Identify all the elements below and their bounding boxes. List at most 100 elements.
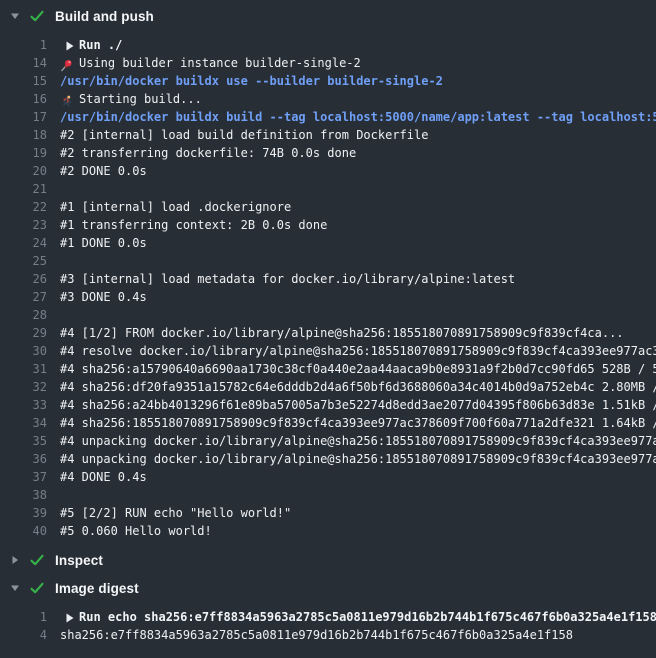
log-text: sha256:e7ff8834a5963a2785c5a0811e979d16b… [60, 628, 573, 642]
log-line: Run echo sha256:e7ff8834a5963a2785c5a081… [60, 608, 656, 626]
line-number-link[interactable]: 27 [0, 288, 60, 306]
section-log-lines: 1 Run echo sha256:e7ff8834a5963a2785c5a08… [0, 602, 656, 650]
line-number-link[interactable]: 20 [0, 162, 60, 180]
line-number-link[interactable]: 21 [0, 180, 60, 198]
chevron-down-icon[interactable] [8, 9, 22, 23]
log-text: #5 0.060 Hello world! [60, 524, 212, 538]
chevron-down-icon[interactable] [8, 581, 22, 595]
log-line: #2 DONE 0.0s [60, 162, 656, 180]
line-number-link[interactable]: 40 [0, 522, 60, 540]
log-line: Using builder instance builder-single-2 [60, 54, 656, 72]
log-row: 22#1 [internal] load .dockerignore [0, 198, 656, 216]
line-number-link[interactable]: 31 [0, 360, 60, 378]
line-number-link[interactable]: 24 [0, 234, 60, 252]
log-section-build-and-push: Build and push 1Run ./14 Using builder in… [0, 2, 656, 546]
line-number-link[interactable]: 38 [0, 486, 60, 504]
expand-step-arrow-icon[interactable] [66, 36, 74, 54]
line-number-link[interactable]: 23 [0, 216, 60, 234]
log-text: #2 transferring dockerfile: 74B 0.0s don… [60, 146, 356, 160]
log-text: #3 [internal] load metadata for docker.i… [60, 272, 515, 286]
section-title: Build and push [55, 9, 154, 24]
line-number-link[interactable]: 25 [0, 252, 60, 270]
log-row: 14 Using builder instance builder-single-… [0, 54, 656, 72]
line-number-link[interactable]: 4 [0, 626, 60, 644]
line-number-link[interactable]: 39 [0, 504, 60, 522]
log-text: #1 DONE 0.0s [60, 236, 147, 250]
line-number-link[interactable]: 37 [0, 468, 60, 486]
log-line: #4 unpacking docker.io/library/alpine@sh… [60, 432, 656, 450]
line-number-link[interactable]: 28 [0, 306, 60, 324]
log-text: #4 sha256:185518070891758909c9f839cf4ca3… [60, 416, 656, 430]
log-line: #3 DONE 0.4s [60, 288, 656, 306]
line-number-link[interactable]: 35 [0, 432, 60, 450]
log-text: #4 sha256:a15790640a6690aa1730c38cf0a440… [60, 362, 656, 376]
line-number-link[interactable]: 36 [0, 450, 60, 468]
log-line: Run ./ [60, 36, 656, 54]
log-line: Starting build... [60, 90, 656, 108]
line-number-link[interactable]: 19 [0, 144, 60, 162]
line-number-link[interactable]: 26 [0, 270, 60, 288]
log-line: #5 [2/2] RUN echo "Hello world!" [60, 504, 656, 522]
line-number-link[interactable]: 1 [0, 36, 60, 54]
workflow-log-viewer: Build and push 1Run ./14Using builder in… [0, 0, 656, 658]
log-line: #4 sha256:a15790640a6690aa1730c38cf0a440… [60, 360, 656, 378]
runner-icon [60, 92, 73, 108]
line-number-link[interactable]: 15 [0, 72, 60, 90]
check-icon [29, 8, 45, 24]
log-text: Using builder instance builder-single-2 [79, 56, 361, 70]
log-text: #5 [2/2] RUN echo "Hello world!" [60, 506, 291, 520]
line-number-link[interactable]: 14 [0, 54, 60, 72]
line-number-link[interactable]: 34 [0, 414, 60, 432]
log-row: 16Starting build... [0, 90, 656, 108]
log-line: #1 DONE 0.0s [60, 234, 656, 252]
log-line: #2 transferring dockerfile: 74B 0.0s don… [60, 144, 656, 162]
log-row: 32#4 sha256:df20fa9351a15782c64e6dddb2d4… [0, 378, 656, 396]
log-line: #4 sha256:df20fa9351a15782c64e6dddb2d4a6… [60, 378, 656, 396]
expand-step-arrow-icon[interactable] [66, 608, 74, 626]
log-row: 15/usr/bin/docker buildx use --builder b… [0, 72, 656, 90]
log-row: 21 [0, 180, 656, 198]
log-line: #5 0.060 Hello world! [60, 522, 656, 540]
line-number-link[interactable]: 16 [0, 90, 60, 108]
log-text: /usr/bin/docker buildx build --tag local… [60, 110, 656, 124]
section-title: Inspect [55, 553, 103, 568]
line-number-link[interactable]: 32 [0, 378, 60, 396]
log-line: #4 [1/2] FROM docker.io/library/alpine@s… [60, 324, 656, 342]
log-text: #1 transferring context: 2B 0.0s done [60, 218, 327, 232]
log-text: #4 [1/2] FROM docker.io/library/alpine@s… [60, 326, 624, 340]
line-number-link[interactable]: 22 [0, 198, 60, 216]
log-row: 24#1 DONE 0.0s [0, 234, 656, 252]
log-row: 26#3 [internal] load metadata for docker… [0, 270, 656, 288]
chevron-right-icon[interactable] [8, 553, 22, 567]
log-row: 40#5 0.060 Hello world! [0, 522, 656, 540]
log-row: 18#2 [internal] load build definition fr… [0, 126, 656, 144]
line-number-link[interactable]: 30 [0, 342, 60, 360]
log-line [60, 180, 656, 198]
log-row: 1Run ./ [0, 36, 656, 54]
log-line: #1 [internal] load .dockerignore [60, 198, 656, 216]
line-number-link[interactable]: 29 [0, 324, 60, 342]
section-log-lines: 1Run ./14 Using builder instance builder-… [0, 30, 656, 546]
log-text: #2 DONE 0.0s [60, 164, 147, 178]
log-row: 37#4 DONE 0.4s [0, 468, 656, 486]
log-text: #4 sha256:df20fa9351a15782c64e6dddb2d4a6… [60, 380, 656, 394]
line-number-link[interactable]: 33 [0, 396, 60, 414]
section-header-build-and-push[interactable]: Build and push [0, 2, 656, 30]
log-row: 28 [0, 306, 656, 324]
log-row: 38 [0, 486, 656, 504]
log-line [60, 306, 656, 324]
line-number-link[interactable]: 18 [0, 126, 60, 144]
log-text: #4 DONE 0.4s [60, 470, 147, 484]
line-number-link[interactable]: 17 [0, 108, 60, 126]
log-row: 34#4 sha256:185518070891758909c9f839cf4c… [0, 414, 656, 432]
log-line: #1 transferring context: 2B 0.0s done [60, 216, 656, 234]
section-header-inspect[interactable]: Inspect [0, 546, 656, 574]
log-row: 30#4 resolve docker.io/library/alpine@sh… [0, 342, 656, 360]
section-header-image-digest[interactable]: Image digest [0, 574, 656, 602]
log-row: 1 Run echo sha256:e7ff8834a5963a2785c5a08… [0, 608, 656, 626]
line-number-link[interactable]: 1 [0, 608, 60, 626]
log-text: #2 [internal] load build definition from… [60, 128, 428, 142]
log-text: #4 unpacking docker.io/library/alpine@sh… [60, 452, 656, 466]
log-text: Run echo sha256:e7ff8834a5963a2785c5a081… [79, 610, 656, 624]
log-line: #3 [internal] load metadata for docker.i… [60, 270, 656, 288]
